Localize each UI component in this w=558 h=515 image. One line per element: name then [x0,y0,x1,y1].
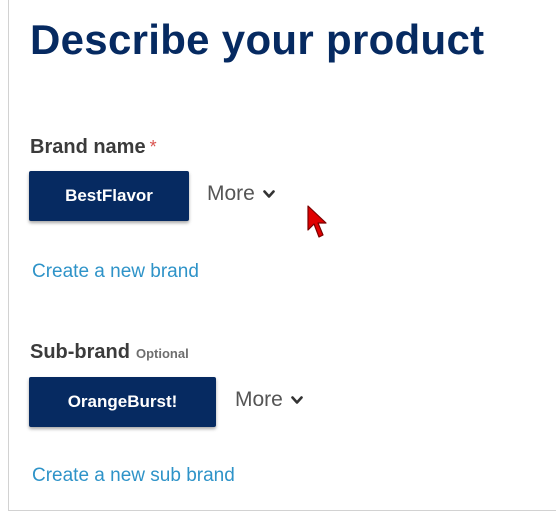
brand-chip-selected[interactable]: BestFlavor [29,171,189,221]
chevron-down-icon [263,189,275,198]
sub-brand-label: Sub-brand [30,341,130,363]
chevron-down-icon [291,395,303,404]
sub-brand-more-label: More [235,388,283,411]
sub-brand-more-dropdown[interactable]: More [235,388,303,412]
create-sub-brand-link[interactable]: Create a new sub brand [32,465,235,487]
create-brand-link[interactable]: Create a new brand [32,261,199,283]
optional-label: Optional [136,346,189,361]
mouse-pointer-icon [307,205,327,238]
sub-brand-label-row: Sub-brand Optional [30,341,189,364]
brand-name-label: Brand name [30,136,146,158]
required-marker: * [149,137,157,157]
brand-more-label: More [207,182,255,205]
page-title: Describe your product [30,16,485,63]
sub-brand-chip-selected[interactable]: OrangeBurst! [29,377,216,427]
brand-more-dropdown[interactable]: More [207,182,275,206]
content-panel [8,0,556,511]
brand-name-label-row: Brand name * [30,136,157,159]
